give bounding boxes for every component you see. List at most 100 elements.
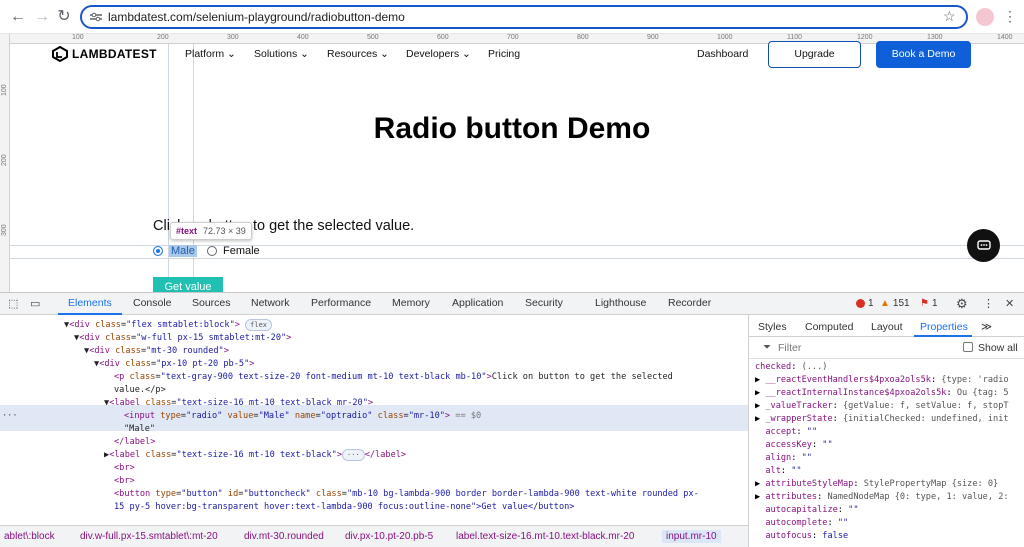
close-icon[interactable]: ✕ bbox=[1005, 297, 1014, 310]
nav-solutions[interactable]: Solutions ⌄ bbox=[254, 48, 309, 60]
upgrade-button[interactable]: Upgrade bbox=[768, 41, 861, 68]
dom-line[interactable]: <br> bbox=[114, 462, 135, 475]
dom-line[interactable]: value.</p> bbox=[114, 384, 166, 397]
devtools-panel: ⬚ ▭ Elements Console Sources Network Per… bbox=[0, 292, 1024, 547]
tab-sources[interactable]: Sources bbox=[192, 297, 231, 309]
more-options-icon[interactable]: ⋮ bbox=[983, 297, 994, 310]
issues-count[interactable]: ⚑ 1 bbox=[920, 298, 938, 309]
site-settings-icon[interactable] bbox=[90, 12, 102, 22]
dom-line[interactable]: ▼<div class="w-full px-15 smtablet:mt-20… bbox=[74, 332, 291, 345]
tab-console[interactable]: Console bbox=[133, 297, 172, 309]
gear-icon[interactable]: ⚙ bbox=[956, 296, 968, 312]
more-tabs-icon[interactable]: ≫ bbox=[981, 321, 992, 333]
property-row[interactable]: ▶ attributes: NamedNodeMap {0: type, 1: … bbox=[755, 491, 1009, 504]
tab-application[interactable]: Application bbox=[452, 297, 503, 309]
filter-row: ⏷ Filter Show all bbox=[749, 337, 1024, 359]
issues-count-value: 1 bbox=[931, 298, 938, 309]
address-bar[interactable]: lambdatest.com/selenium-playground/radio… bbox=[80, 5, 968, 29]
back-icon[interactable]: ← bbox=[8, 7, 28, 27]
property-row[interactable]: ▶ __reactEventHandlers$4pxoa2ols5k: {typ… bbox=[755, 374, 1009, 387]
error-count[interactable]: 1 bbox=[856, 298, 874, 309]
property-row[interactable]: alt: "" bbox=[755, 465, 801, 478]
radio-male[interactable] bbox=[153, 246, 163, 256]
tab-styles[interactable]: Styles bbox=[758, 321, 787, 333]
ruler-tick: 200 bbox=[157, 34, 169, 41]
bookmark-star-icon[interactable]: ☆ bbox=[943, 8, 956, 25]
property-row[interactable]: ▶ _wrapperState: {initialChecked: undefi… bbox=[755, 413, 1009, 426]
tab-elements[interactable]: Elements bbox=[68, 297, 112, 309]
dom-line[interactable]: </label> bbox=[114, 436, 155, 449]
property-row[interactable]: accept: "" bbox=[755, 426, 817, 439]
breadcrumb-item[interactable]: ablet\:block bbox=[4, 531, 55, 542]
inspect-element-icon[interactable]: ⬚ bbox=[8, 297, 18, 310]
dom-line[interactable]: ▼<div class="mt-30 rounded"> bbox=[84, 345, 229, 358]
flex-badge[interactable]: flex bbox=[245, 319, 273, 331]
device-toolbar-icon[interactable]: ▭ bbox=[30, 297, 40, 310]
radio-male-row[interactable]: Male bbox=[153, 245, 197, 257]
profile-avatar[interactable] bbox=[976, 8, 994, 26]
property-row[interactable]: ▶ _valueTracker: {getValue: f, setValue:… bbox=[755, 400, 1009, 413]
browser-menu-icon[interactable]: ⋮ bbox=[1003, 8, 1017, 25]
error-icon bbox=[856, 299, 865, 308]
reload-icon[interactable]: ↻ bbox=[54, 7, 74, 27]
ruler-tick: 900 bbox=[647, 34, 659, 41]
tab-memory[interactable]: Memory bbox=[392, 297, 430, 309]
nav-developers[interactable]: Developers ⌄ bbox=[406, 48, 471, 60]
chat-icon[interactable] bbox=[967, 229, 1000, 262]
radio-female-label[interactable]: Female bbox=[223, 245, 260, 257]
get-value-button[interactable]: Get value bbox=[153, 277, 223, 292]
warning-count[interactable]: ▲ 151 bbox=[880, 298, 910, 309]
lambdatest-logo[interactable]: LAMBDATEST bbox=[52, 45, 157, 63]
dom-breadcrumbs: ablet\:block div.w-full.px-15.smtablet\:… bbox=[0, 525, 748, 547]
tab-recorder[interactable]: Recorder bbox=[668, 297, 711, 309]
nav-pricing[interactable]: Pricing bbox=[488, 48, 520, 60]
inspect-tooltip: #text 72.73 × 39 bbox=[170, 222, 252, 240]
property-row[interactable]: ▶ attributeStyleMap: StylePropertyMap {s… bbox=[755, 478, 998, 491]
radio-female[interactable] bbox=[207, 246, 217, 256]
tab-security[interactable]: Security bbox=[525, 297, 563, 309]
breadcrumb-item[interactable]: label.text-size-16.mt-10.text-black.mr-2… bbox=[456, 531, 634, 542]
tab-network[interactable]: Network bbox=[251, 297, 290, 309]
devtools-tabbar: ⬚ ▭ Elements Console Sources Network Per… bbox=[0, 293, 1024, 315]
filter-input[interactable]: Filter bbox=[778, 342, 801, 354]
radio-female-row[interactable]: Female bbox=[207, 245, 260, 257]
logo-text: LAMBDATEST bbox=[72, 47, 157, 61]
tab-computed[interactable]: Computed bbox=[805, 321, 853, 333]
property-row[interactable]: checked: (...) bbox=[755, 361, 827, 374]
ruler-tick: 1300 bbox=[927, 34, 943, 41]
tab-lighthouse[interactable]: Lighthouse bbox=[595, 297, 646, 309]
book-demo-button[interactable]: Book a Demo bbox=[876, 41, 971, 68]
dom-line[interactable]: <br> bbox=[114, 475, 135, 488]
property-row[interactable]: accessKey: "" bbox=[755, 439, 832, 452]
dom-line[interactable]: <button type="button" id="buttoncheck" c… bbox=[114, 488, 699, 501]
radio-male-label[interactable]: Male bbox=[169, 245, 197, 257]
warning-count-value: 151 bbox=[892, 298, 910, 309]
property-row[interactable]: align: "" bbox=[755, 452, 812, 465]
breadcrumb-item[interactable]: div.w-full.px-15.smtablet\:mt-20 bbox=[80, 531, 218, 542]
breadcrumb-item-active[interactable]: input.mr-10 bbox=[662, 530, 721, 543]
nav-dashboard[interactable]: Dashboard bbox=[697, 48, 748, 60]
breadcrumb-item[interactable]: div.px-10.pt-20.pb-5 bbox=[345, 531, 433, 542]
show-all-checkbox[interactable] bbox=[963, 342, 973, 352]
dom-line[interactable]: ▼<div class="px-10 pt-20 pb-5"> bbox=[94, 358, 254, 371]
dom-line-selected[interactable]: <input type="radio" value="Male" name="o… bbox=[124, 410, 481, 423]
dom-line[interactable]: <p class="text-gray-900 text-size-20 fon… bbox=[114, 371, 673, 384]
breadcrumb-item[interactable]: div.mt-30.rounded bbox=[244, 531, 324, 542]
dom-line[interactable]: ▶<label class="text-size-16 mt-10 text-b… bbox=[104, 449, 406, 462]
property-row[interactable]: autocapitalize: "" bbox=[755, 504, 858, 517]
property-row[interactable]: autocomplete: "" bbox=[755, 517, 848, 530]
ruler-tick: 100 bbox=[72, 34, 84, 41]
forward-icon[interactable]: → bbox=[32, 7, 52, 27]
tab-properties[interactable]: Properties bbox=[920, 321, 968, 333]
nav-platform[interactable]: Platform ⌄ bbox=[185, 48, 236, 60]
property-row[interactable]: autofocus: false bbox=[755, 530, 848, 543]
nav-resources[interactable]: Resources ⌄ bbox=[327, 48, 389, 60]
tab-performance[interactable]: Performance bbox=[311, 297, 371, 309]
dom-line[interactable]: "Male" bbox=[124, 423, 155, 436]
dom-line[interactable]: ▼<label class="text-size-16 mt-10 text-b… bbox=[104, 397, 373, 410]
dom-line[interactable]: 15 py-5 hover:bg-transparent hover:text-… bbox=[114, 501, 574, 514]
property-row[interactable]: ▶ __reactInternalInstance$4pxoa2ols5k: O… bbox=[755, 387, 1009, 400]
warning-icon: ▲ bbox=[880, 298, 890, 309]
tab-layout[interactable]: Layout bbox=[871, 321, 903, 333]
dom-line[interactable]: ▼<div class="flex smtablet:block"> flex bbox=[64, 319, 273, 332]
